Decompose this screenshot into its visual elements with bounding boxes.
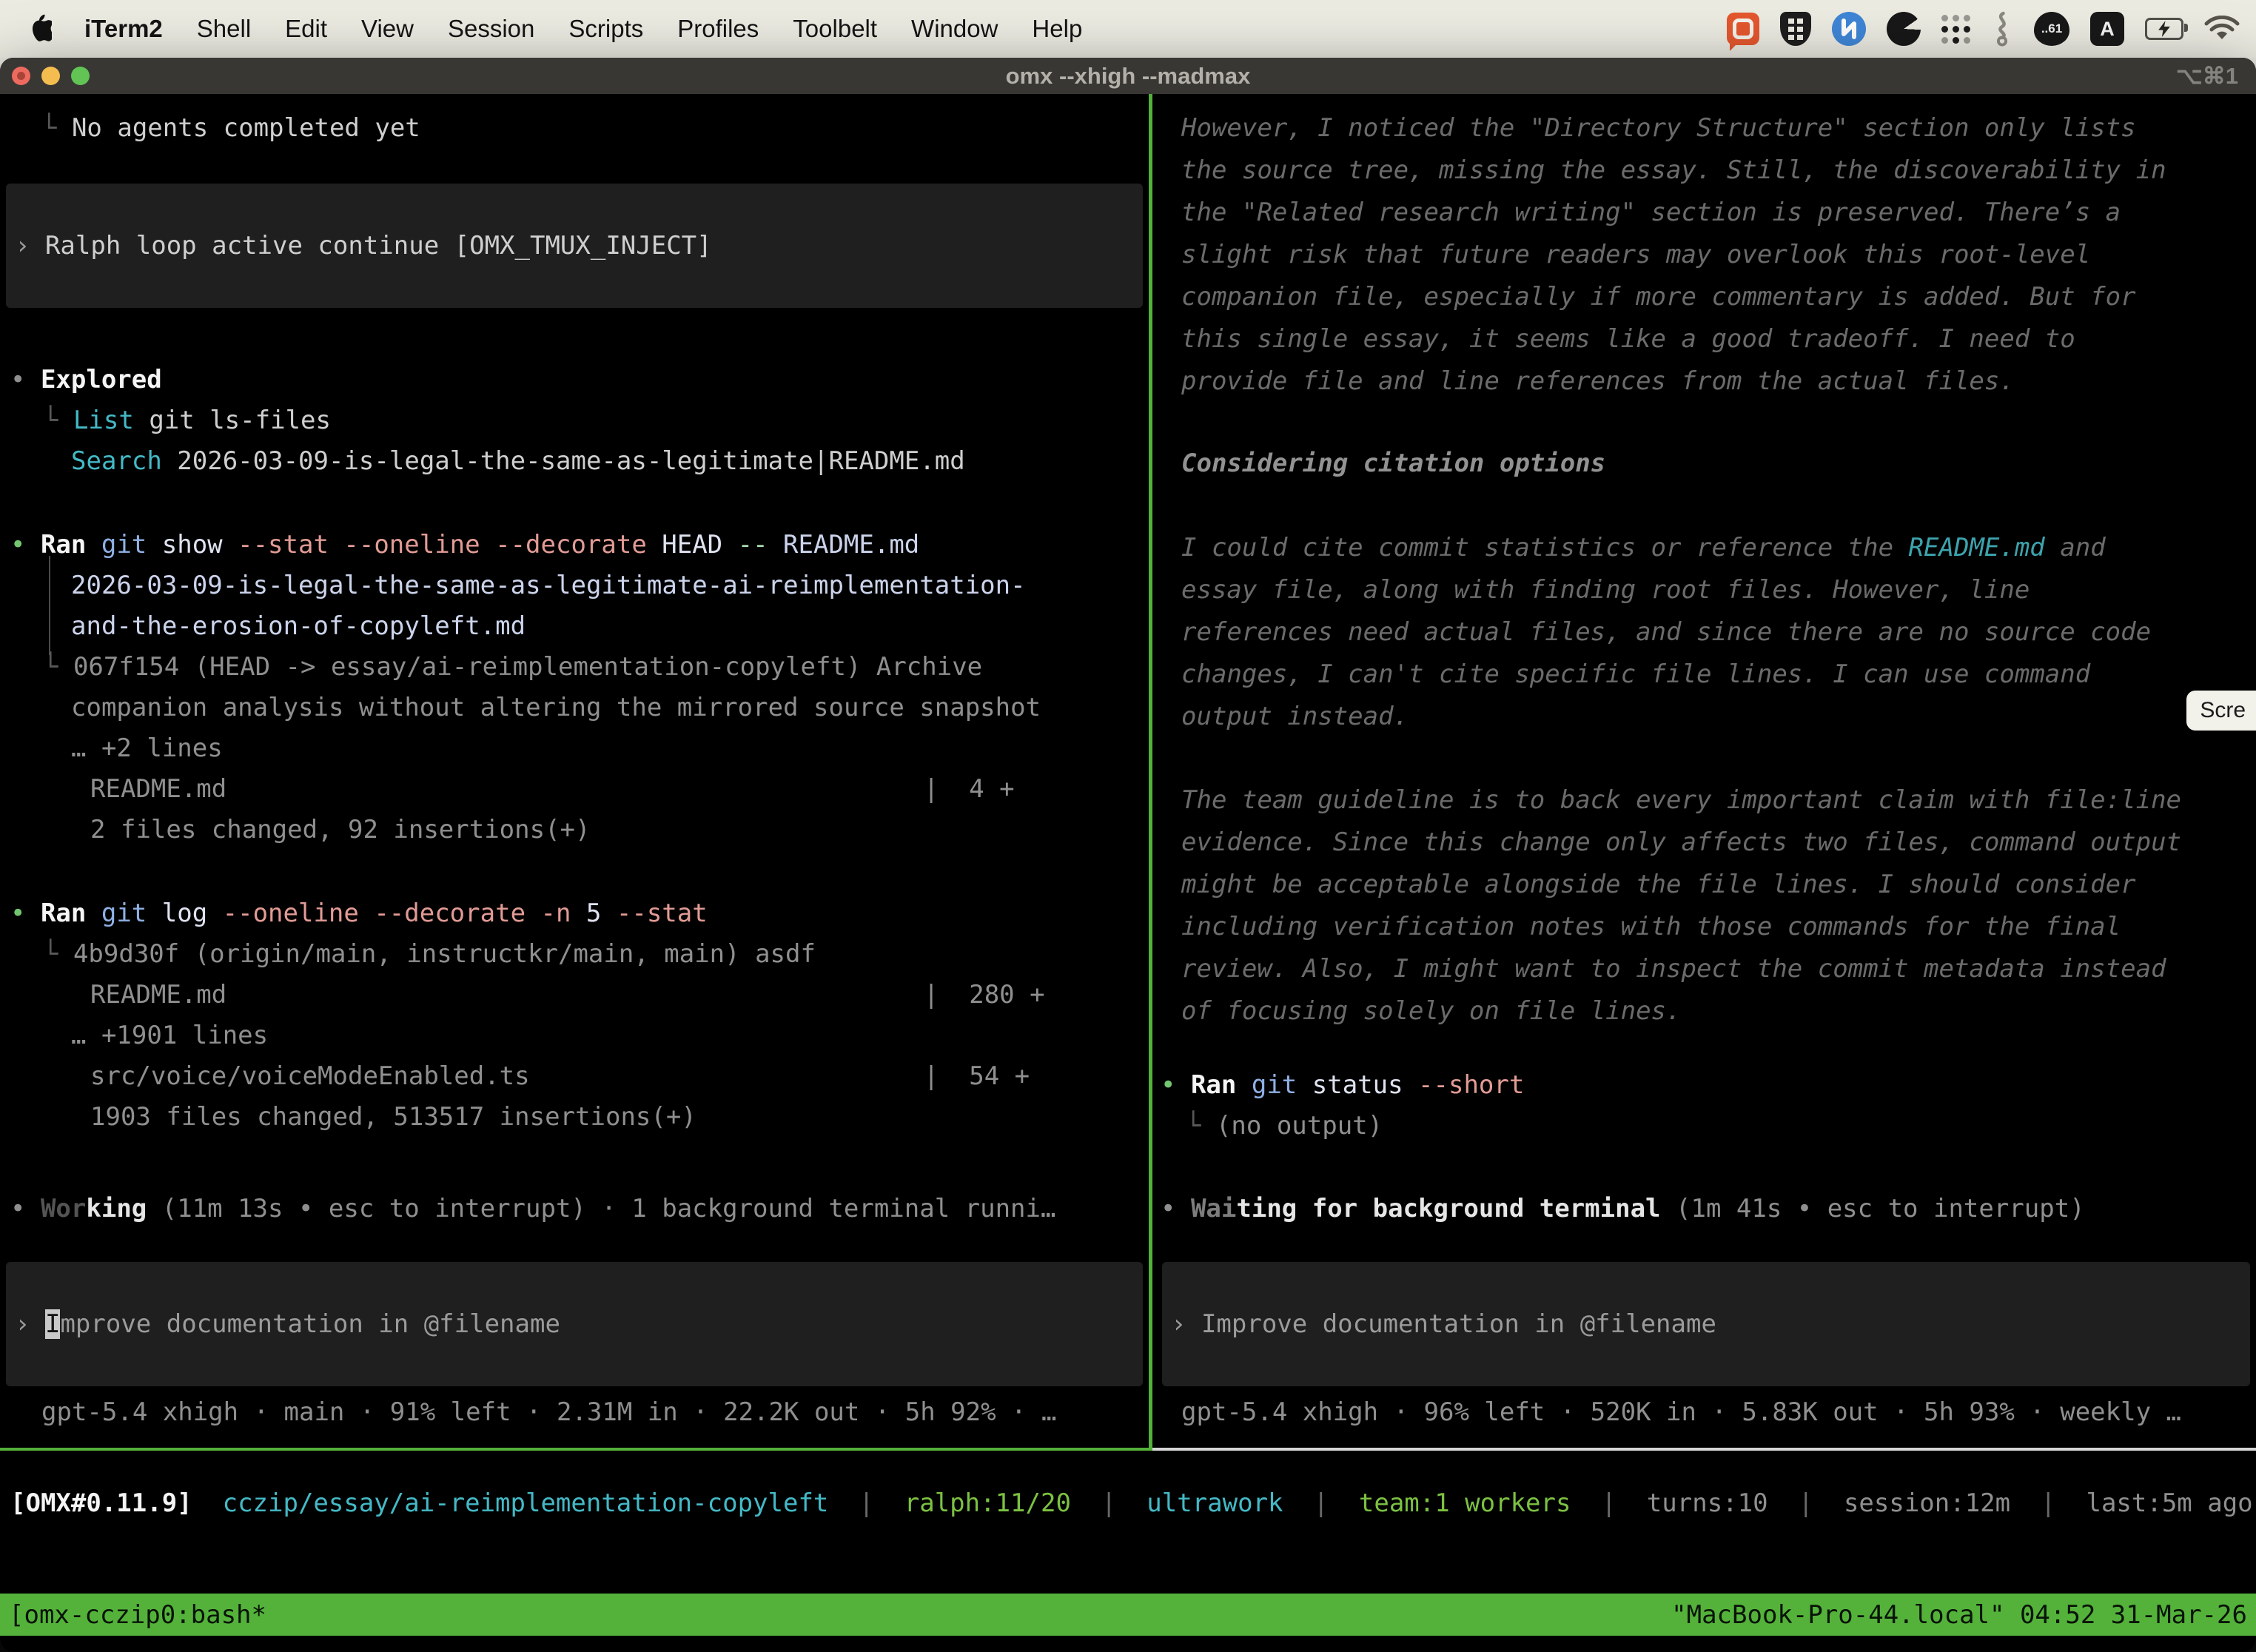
left-pane: └ No agents completed yet › Ralph loop a…	[0, 94, 1149, 1450]
iterm2-window: omx --xhigh --madmax ⌥⌘1 └ No agents com…	[0, 58, 2256, 1652]
prompt-input-text: › Improve documentation in @filename	[1171, 1309, 1716, 1339]
wifi-icon[interactable]	[2204, 10, 2240, 48]
thinking-heading: Considering citation options	[1181, 446, 1605, 480]
session-status-line: gpt-5.4 xhigh · 96% left · 520K in · 5.8…	[1181, 1395, 2181, 1429]
menu-item-edit[interactable]: Edit	[285, 15, 327, 43]
ran-git-log-command: • Ran git log --oneline --decorate -n 5 …	[10, 896, 708, 930]
thinking-line: The team guideline is to back every impo…	[1181, 783, 2181, 817]
no-output-note: └ (no output)	[1186, 1109, 1383, 1143]
input-source-icon[interactable]: A	[2090, 10, 2124, 48]
thinking-line: this single essay, it seems like a good …	[1181, 322, 2075, 356]
thinking-line: including verification notes with those …	[1181, 910, 2121, 944]
tmux-host-clock: "MacBook-Pro-44.local" 04:52 31-Mar-26	[1671, 1600, 2247, 1630]
prompt-input-text: › Improve documentation in @filename	[15, 1309, 560, 1339]
menu-item-scripts[interactable]: Scripts	[568, 15, 643, 43]
inject-input-text: › Ralph loop active continue [OMX_TMUX_I…	[15, 231, 712, 261]
menu-item-iterm2[interactable]: iTerm2	[84, 15, 163, 43]
prompt-input[interactable]: › Improve documentation in @filename	[6, 1262, 1143, 1386]
tree-connector-line	[49, 556, 50, 655]
chat-icon[interactable]	[1727, 10, 1759, 48]
diffstat-summary: 1903 files changed, 513517 insertions(+)	[90, 1100, 696, 1134]
thinking-line: slight risk that future readers may over…	[1181, 238, 2090, 272]
right-pane-border	[1152, 1448, 2256, 1451]
apple-menu-icon[interactable]	[27, 14, 52, 44]
omx-status-bar: [OMX#0.11.9] cczip/essay/ai-reimplementa…	[10, 1486, 2253, 1520]
ran-git-status-command: • Ran git status --short	[1161, 1068, 1524, 1102]
thinking-line: changes, I can't cite specific file line…	[1181, 657, 2090, 691]
screen-edge-button[interactable]: Scre	[2186, 691, 2256, 731]
waiting-status-line: • Waiting for background terminal (1m 41…	[1161, 1192, 2085, 1226]
command-arg-wrap-line: and-the-erosion-of-copyleft.md	[71, 609, 526, 643]
agents-note: └ No agents completed yet	[41, 111, 420, 145]
menu-item-help[interactable]: Help	[1032, 15, 1082, 43]
battery-percent-icon[interactable]: ..61	[2034, 10, 2069, 48]
window-title: omx --xhigh --madmax	[0, 63, 2256, 90]
explored-list-item: └ List git ls-files	[43, 403, 331, 437]
command-arg-wrap-line: 2026-03-09-is-legal-the-same-as-legitima…	[71, 568, 1026, 602]
thinking-line: review. Also, I might want to inspect th…	[1181, 952, 2166, 986]
thinking-line: output instead.	[1181, 699, 1409, 733]
diffstat-line: README.md | 280 +	[90, 978, 1045, 1012]
tmux-status-bar: [omx-cczip0:bash* "MacBook-Pro-44.local"…	[0, 1594, 2256, 1636]
menu-bar: iTerm2 Shell Edit View Session Scripts P…	[0, 0, 2256, 58]
pane-divider[interactable]	[1149, 94, 1152, 1451]
diffstat-summary: 2 files changed, 92 insertions(+)	[90, 813, 591, 847]
shield-grid-icon[interactable]	[1780, 10, 1811, 48]
terminal-area: └ No agents completed yet › Ralph loop a…	[0, 94, 2256, 1652]
diffstat-line: src/voice/voiceModeEnabled.ts | 54 +	[90, 1059, 1030, 1093]
thinking-line: the source tree, missing the essay. Stil…	[1181, 153, 2166, 187]
menu-item-session[interactable]: Session	[448, 15, 534, 43]
tmux-session-window[interactable]: [omx-cczip0:bash*	[9, 1600, 266, 1630]
working-status-line: • Working (11m 13s • esc to interrupt) ·…	[10, 1192, 1055, 1226]
truncated-lines-note: … +2 lines	[71, 731, 223, 765]
menu-item-view[interactable]: View	[361, 15, 414, 43]
blue-badge-icon[interactable]	[1832, 10, 1866, 48]
thinking-line: essay file, along with finding root file…	[1181, 573, 2030, 607]
commit-output-line: └ 067f154 (HEAD -> essay/ai-reimplementa…	[43, 650, 982, 684]
battery-icon[interactable]	[2145, 10, 2183, 48]
truncated-lines-note: … +1901 lines	[71, 1018, 268, 1052]
explored-heading: • Explored	[10, 363, 162, 397]
title-bar: omx --xhigh --madmax ⌥⌘1	[0, 58, 2256, 94]
close-button[interactable]	[12, 67, 30, 85]
thinking-line: might be acceptable alongside the file l…	[1181, 867, 2136, 901]
thinking-line: evidence. Since this change only affects…	[1181, 825, 2181, 859]
commit-output-line: companion analysis without altering the …	[71, 691, 1041, 725]
thinking-line: provide file and line references from th…	[1181, 364, 2015, 398]
prompt-input[interactable]: › Improve documentation in @filename	[1162, 1262, 2250, 1386]
explored-search-item: Search 2026-03-09-is-legal-the-same-as-l…	[71, 444, 965, 478]
thinking-line: companion file, especially if more comme…	[1181, 280, 2136, 314]
diffstat-line: README.md | 4 +	[90, 772, 1015, 806]
recorder-pie-icon[interactable]	[1887, 10, 1921, 48]
left-pane-border	[0, 1448, 1152, 1451]
zoom-button[interactable]	[71, 67, 90, 85]
thinking-line: references need actual files, and since …	[1181, 615, 2151, 649]
thinking-line: I could cite commit statistics or refere…	[1181, 531, 2106, 565]
menu-item-shell[interactable]: Shell	[197, 15, 251, 43]
thinking-line: the "Related research writing" section i…	[1181, 195, 2121, 229]
squiggle-icon[interactable]	[1991, 10, 2013, 48]
menu-item-profiles[interactable]: Profiles	[677, 15, 759, 43]
commit-output-line: └ 4b9d30f (origin/main, instructkr/main,…	[43, 937, 816, 971]
window-shortcut-badge: ⌥⌘1	[2176, 63, 2238, 90]
inject-input-box[interactable]: › Ralph loop active continue [OMX_TMUX_I…	[6, 184, 1143, 308]
dots-grid-icon[interactable]	[1941, 10, 1970, 48]
thinking-line: However, I noticed the "Directory Struct…	[1181, 111, 2136, 145]
right-pane: However, I noticed the "Directory Struct…	[1156, 94, 2256, 1450]
menu-item-window[interactable]: Window	[911, 15, 998, 43]
thinking-line: of focusing solely on file lines.	[1181, 994, 1682, 1028]
menu-item-toolbelt[interactable]: Toolbelt	[793, 15, 877, 43]
minimize-button[interactable]	[41, 67, 60, 85]
ran-git-show-command: • Ran git show --stat --oneline --decora…	[10, 528, 919, 562]
session-status-line: gpt-5.4 xhigh · main · 91% left · 2.31M …	[41, 1395, 1056, 1429]
